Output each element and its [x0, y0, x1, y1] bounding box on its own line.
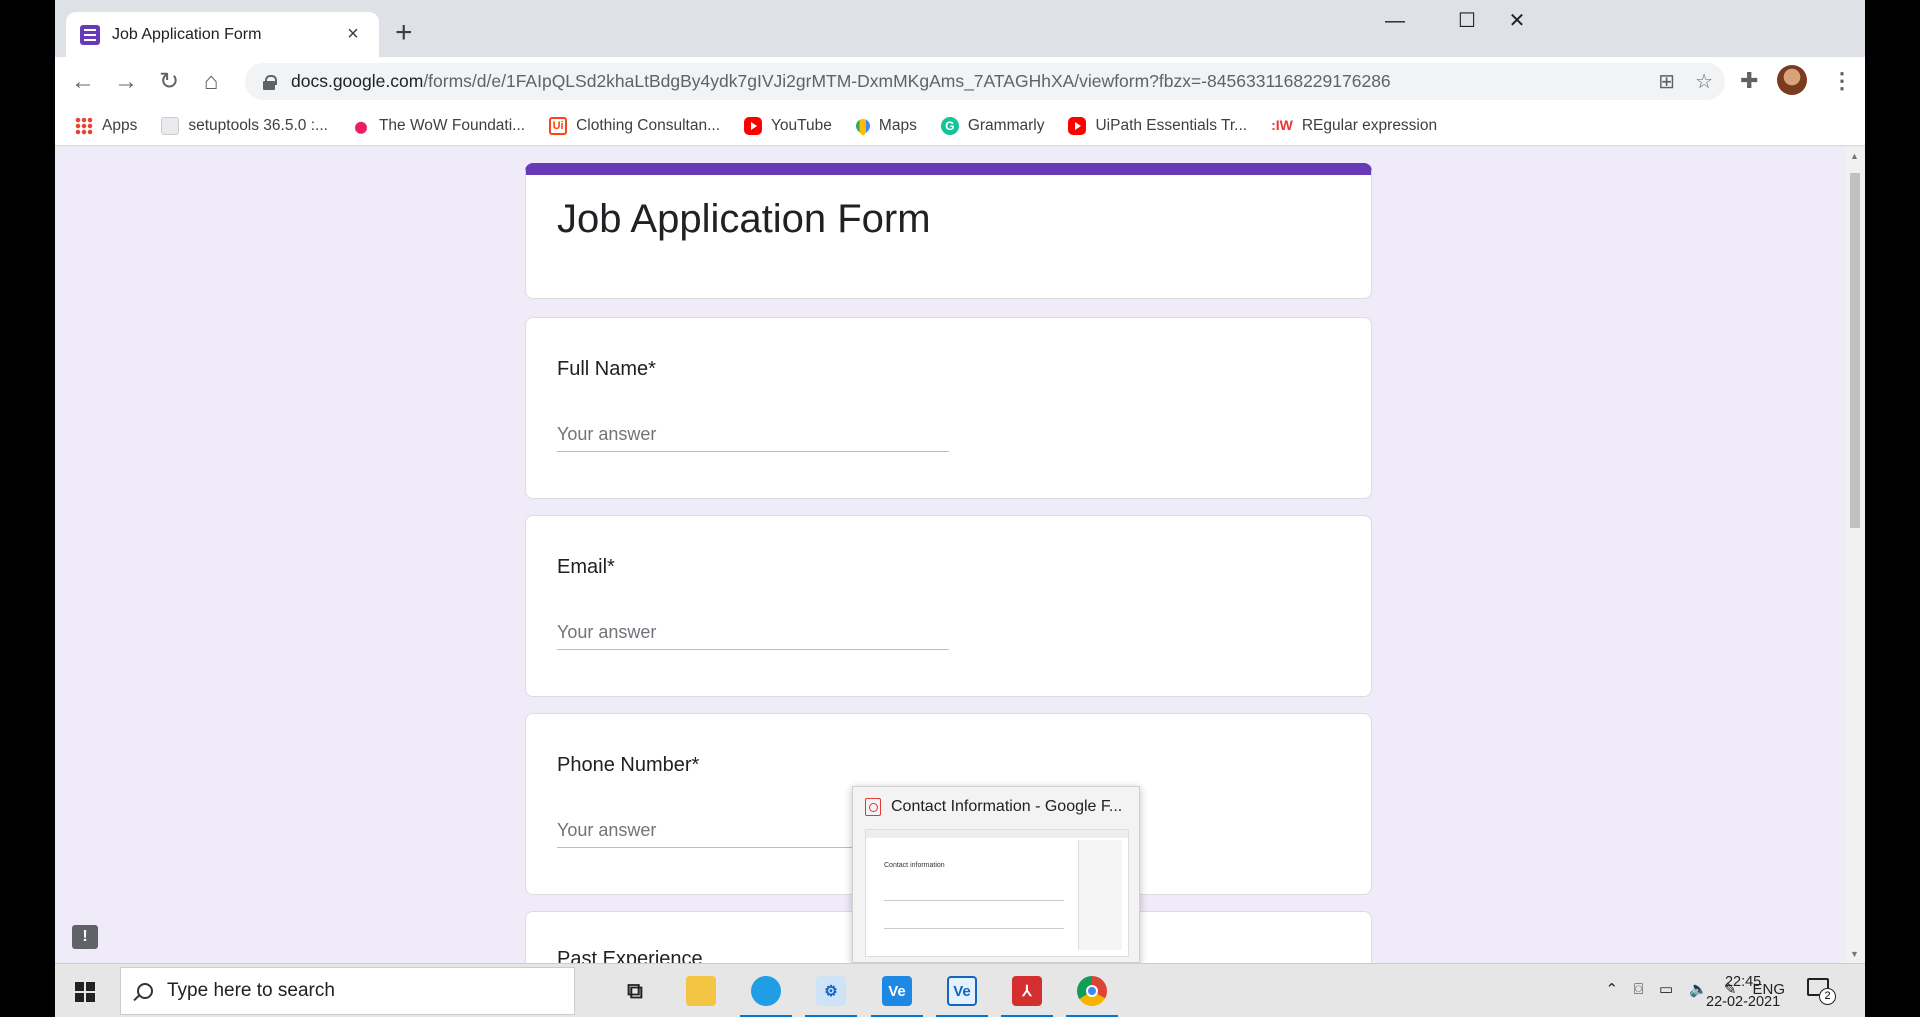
lock-icon[interactable]	[263, 74, 277, 90]
form-header-card: Job Application Form	[525, 163, 1372, 299]
thumbnail-image: Contact information	[865, 829, 1129, 957]
clock-date: 22-02-2021	[1706, 994, 1781, 1010]
apps-grid-icon	[75, 116, 93, 135]
tab-strip: Job Application Form × + — ☐ ✕	[55, 0, 1865, 57]
form-title: Job Application Form	[557, 197, 931, 241]
studio-icon: Ve	[882, 976, 912, 1006]
edge-button[interactable]	[736, 964, 796, 1017]
scroll-down-icon[interactable]: ▼	[1850, 949, 1859, 959]
wow-icon	[351, 116, 370, 135]
back-button[interactable]: ←	[68, 67, 98, 97]
acrobat-button[interactable]: ⅄	[997, 964, 1057, 1017]
acrobat-icon: ⅄	[1012, 976, 1042, 1006]
bookmark-clothing-consultant[interactable]: Ui Clothing Consultan...	[549, 116, 720, 135]
grammarly-icon: G	[940, 116, 959, 135]
chevron-up-icon[interactable]: ⌃	[1605, 980, 1618, 998]
uipath-icon: ⚙	[816, 976, 846, 1006]
folder-icon	[686, 976, 716, 1006]
address-bar[interactable]: docs.google.com/forms/d/e/1FAIpQLSd2khaL…	[245, 63, 1725, 100]
taskbar-thumbnail-preview[interactable]: Contact Information - Google F... Contac…	[852, 786, 1140, 963]
notification-count: 2	[1819, 988, 1836, 1005]
search-icon	[137, 983, 153, 999]
ui-icon: Ui	[549, 116, 568, 135]
bookmarks-bar: Apps setuptools 36.5.0 :... The WoW Foun…	[55, 106, 1865, 146]
question-label: Full Name*	[557, 358, 656, 380]
task-view-button[interactable]: ⧉	[605, 964, 665, 1017]
translate-icon[interactable]: ⊞	[1658, 69, 1675, 94]
reload-button[interactable]: ↻	[154, 67, 184, 97]
bookmark-youtube[interactable]: YouTube	[744, 116, 832, 135]
uipath-assistant-button[interactable]: ⚙	[801, 964, 861, 1017]
windows-start-icon[interactable]	[75, 982, 95, 1002]
tab-job-application[interactable]: Job Application Form ×	[66, 12, 379, 57]
minimize-button[interactable]: —	[1370, 6, 1420, 36]
iw-icon: :IW	[1271, 116, 1293, 133]
bookmark-setuptools[interactable]: setuptools 36.5.0 :...	[161, 116, 328, 135]
chrome-button[interactable]	[1062, 964, 1122, 1017]
tab-title: Job Application Form	[112, 25, 262, 43]
windows-taskbar: Type here to search ⧉ ⚙ Ve Ve ⅄ ⌃ ⌼ ▭ 🔈 …	[55, 963, 1865, 1017]
question-card-email: Email*	[525, 515, 1372, 697]
clock[interactable]: 22:45 22-02-2021	[1706, 972, 1780, 1012]
taskbar-search[interactable]: Type here to search	[120, 967, 575, 1015]
profile-avatar[interactable]	[1777, 65, 1807, 95]
acrobat-icon	[865, 798, 881, 816]
edge-icon	[751, 976, 781, 1006]
studio-second-button[interactable]: Ve	[932, 964, 992, 1017]
google-forms-icon	[80, 24, 100, 45]
file-explorer-button[interactable]	[671, 964, 731, 1017]
maximize-button[interactable]: ☐	[1442, 6, 1492, 36]
bookmark-regular-expression[interactable]: :IW REgular expression	[1271, 117, 1437, 135]
battery-icon[interactable]: ▭	[1659, 980, 1673, 998]
page-icon	[161, 116, 180, 135]
email-input[interactable]	[557, 616, 949, 650]
question-label: Past Experience	[557, 948, 703, 963]
youtube-icon	[1068, 116, 1087, 135]
scroll-up-icon[interactable]: ▲	[1850, 151, 1859, 161]
youtube-icon	[744, 116, 762, 135]
close-window-button[interactable]: ✕	[1492, 6, 1542, 36]
studio-icon: Ve	[947, 976, 977, 1006]
task-view-icon: ⧉	[627, 978, 643, 1003]
full-name-input[interactable]	[557, 418, 949, 452]
new-tab-button[interactable]: +	[395, 18, 413, 48]
home-button[interactable]: ⌂	[196, 67, 226, 97]
chrome-icon	[1077, 976, 1107, 1006]
bookmark-maps[interactable]: Maps	[853, 115, 917, 136]
browser-toolbar: ← → ↻ ⌂ docs.google.com/forms/d/e/1FAIpQ…	[55, 57, 1865, 106]
bookmark-wow-foundation[interactable]: The WoW Foundati...	[351, 116, 525, 135]
question-label: Email*	[557, 556, 615, 578]
search-placeholder: Type here to search	[167, 980, 335, 1001]
bookmark-apps[interactable]: Apps	[75, 116, 137, 135]
thumbnail-heading: Contact information	[884, 862, 945, 869]
screen: Job Application Form × + — ☐ ✕ ← → ↻ ⌂ d…	[55, 0, 1865, 1017]
menu-kebab-icon[interactable]: ⋮	[1831, 68, 1853, 94]
tab-close-icon[interactable]: ×	[341, 23, 365, 46]
forward-button[interactable]: →	[111, 67, 141, 97]
vscode-like-button[interactable]: Ve	[867, 964, 927, 1017]
report-feedback-icon[interactable]: !	[72, 925, 98, 949]
clock-time: 22:45	[1724, 974, 1762, 990]
meet-now-icon[interactable]: ⌼	[1634, 981, 1643, 998]
extensions-icon[interactable]: ✚	[1740, 68, 1758, 94]
scroll-thumb[interactable]	[1850, 173, 1860, 528]
action-center-button[interactable]: 2	[1807, 978, 1836, 1005]
bookmark-grammarly[interactable]: G Grammarly	[940, 116, 1044, 135]
question-label: Phone Number*	[557, 754, 700, 776]
maps-icon	[853, 115, 873, 136]
thumbnail-title: Contact Information - Google F...	[891, 798, 1123, 815]
url-text[interactable]: docs.google.com/forms/d/e/1FAIpQLSd2khaL…	[291, 71, 1391, 92]
bookmark-star-icon[interactable]: ☆	[1695, 69, 1713, 94]
bookmark-uipath[interactable]: UiPath Essentials Tr...	[1068, 116, 1247, 135]
question-card-full-name: Full Name*	[525, 317, 1372, 499]
page-scrollbar[interactable]: ▲ ▼	[1845, 147, 1865, 963]
